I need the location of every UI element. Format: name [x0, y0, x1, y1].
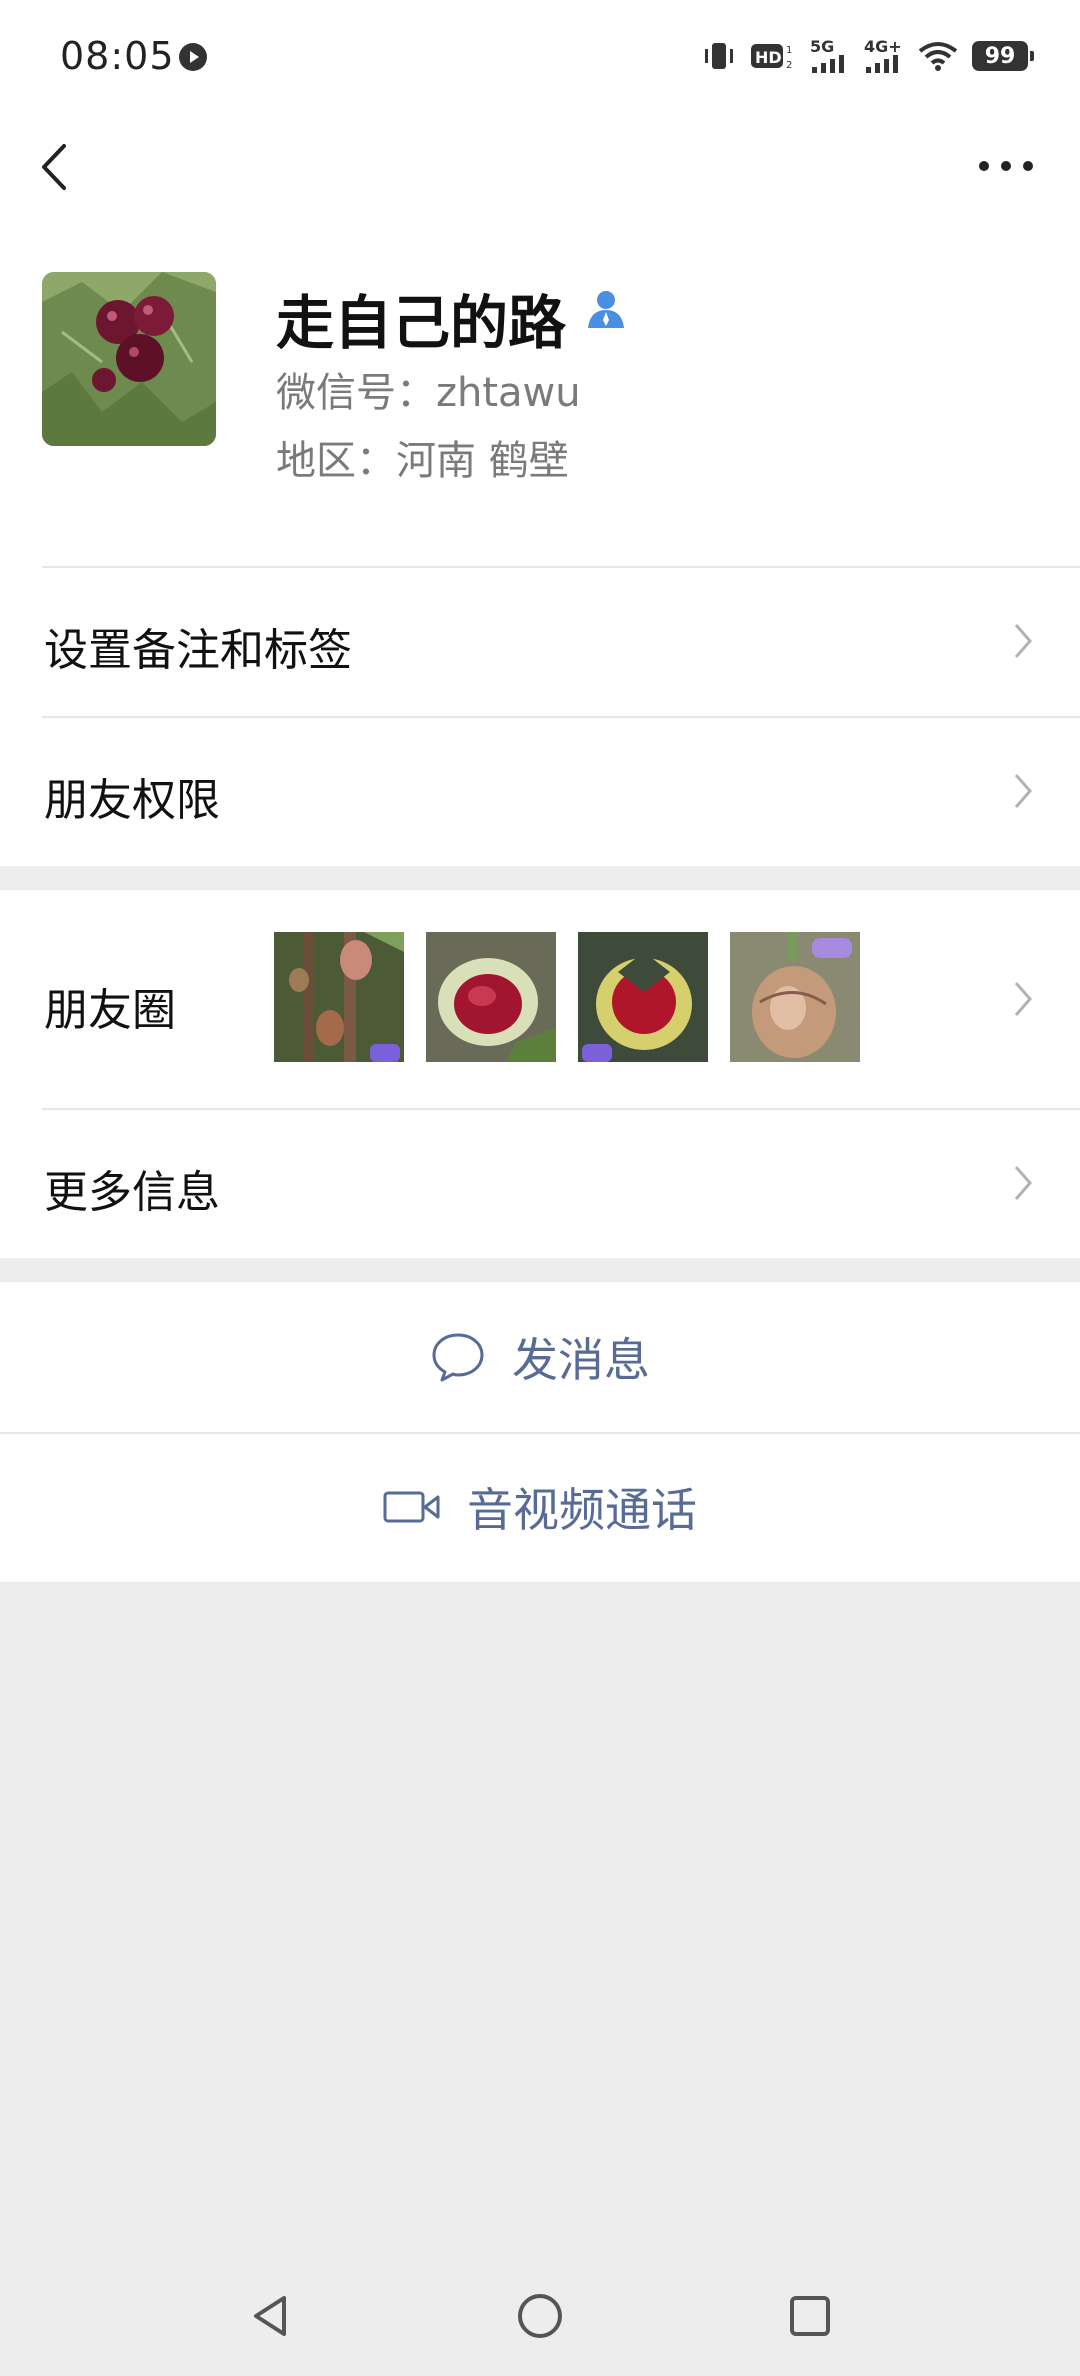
nav-back-icon[interactable]	[244, 2290, 296, 2342]
moment-thumbnail	[730, 932, 860, 1062]
profile-header: 走自己的路 微信号：zhtawu 地区：河南 鹤壁	[0, 216, 1080, 566]
chevron-right-icon	[1014, 774, 1032, 808]
signal-5g: 5G	[810, 39, 850, 73]
video-camera-icon	[383, 1491, 440, 1523]
divider	[42, 566, 1080, 568]
row-more-info[interactable]: 更多信息	[0, 1108, 1080, 1258]
network-label-5g: 5G	[810, 37, 835, 56]
nav-recents-icon[interactable]	[784, 2290, 836, 2342]
avatar-image	[42, 272, 216, 446]
svg-text:2: 2	[786, 60, 792, 71]
moment-thumbnail	[274, 932, 404, 1062]
row-moments-label: 朋友圈	[44, 985, 176, 1036]
signal-4g: 4G+	[864, 39, 904, 73]
hd-icon: HD 1 2	[751, 44, 792, 71]
avatar[interactable]	[42, 272, 216, 446]
status-bar: 08:05 HD 1 2 5G 4G+ 99	[0, 0, 1080, 116]
signal-bars-icon	[866, 55, 898, 73]
screen-record-icon	[179, 43, 207, 71]
row-friend-permissions[interactable]: 朋友权限	[0, 716, 1080, 866]
battery-indicator: 99	[972, 41, 1034, 71]
more-dots-icon[interactable]	[976, 154, 1036, 178]
svg-text:1: 1	[786, 45, 792, 56]
chevron-right-icon	[1014, 624, 1032, 658]
moment-thumbnail	[578, 932, 708, 1062]
vibrate-icon	[705, 43, 733, 69]
row-remark-tags-label: 设置备注和标签	[44, 625, 352, 676]
region: 地区：河南 鹤壁	[276, 438, 569, 484]
back-icon[interactable]	[36, 140, 72, 194]
svg-text:HD: HD	[755, 48, 782, 67]
chevron-right-icon	[1014, 1166, 1032, 1200]
send-message-button[interactable]: 发消息	[0, 1282, 1080, 1432]
divider	[0, 1432, 1080, 1434]
row-remark-tags[interactable]: 设置备注和标签	[0, 566, 1080, 716]
send-message-label: 发消息	[512, 1333, 650, 1387]
chevron-right-icon	[1014, 982, 1032, 1016]
row-friend-permissions-label: 朋友权限	[44, 775, 220, 826]
row-moments[interactable]: 朋友圈	[0, 890, 1080, 1108]
system-nav-bar	[0, 2256, 1080, 2376]
nav-home-icon[interactable]	[514, 2290, 566, 2342]
status-icons: HD 1 2 5G 4G+ 99	[702, 36, 1034, 76]
video-call-button[interactable]: 音视频通话	[0, 1432, 1080, 1582]
network-label-4g: 4G+	[864, 37, 902, 56]
status-time: 08:05	[60, 34, 175, 78]
divider	[42, 1108, 1080, 1110]
video-call-label: 音视频通话	[467, 1483, 697, 1537]
nav-bar	[0, 116, 1080, 216]
nickname: 走自己的路	[276, 289, 567, 357]
person-icon	[588, 291, 624, 328]
divider	[42, 716, 1080, 718]
wifi-icon	[918, 42, 958, 71]
chat-bubble-icon	[432, 1333, 484, 1382]
signal-bars-icon	[812, 55, 844, 73]
wechat-id: 微信号：zhtawu	[276, 370, 581, 416]
moment-thumbnail	[426, 932, 556, 1062]
row-more-info-label: 更多信息	[44, 1167, 220, 1218]
